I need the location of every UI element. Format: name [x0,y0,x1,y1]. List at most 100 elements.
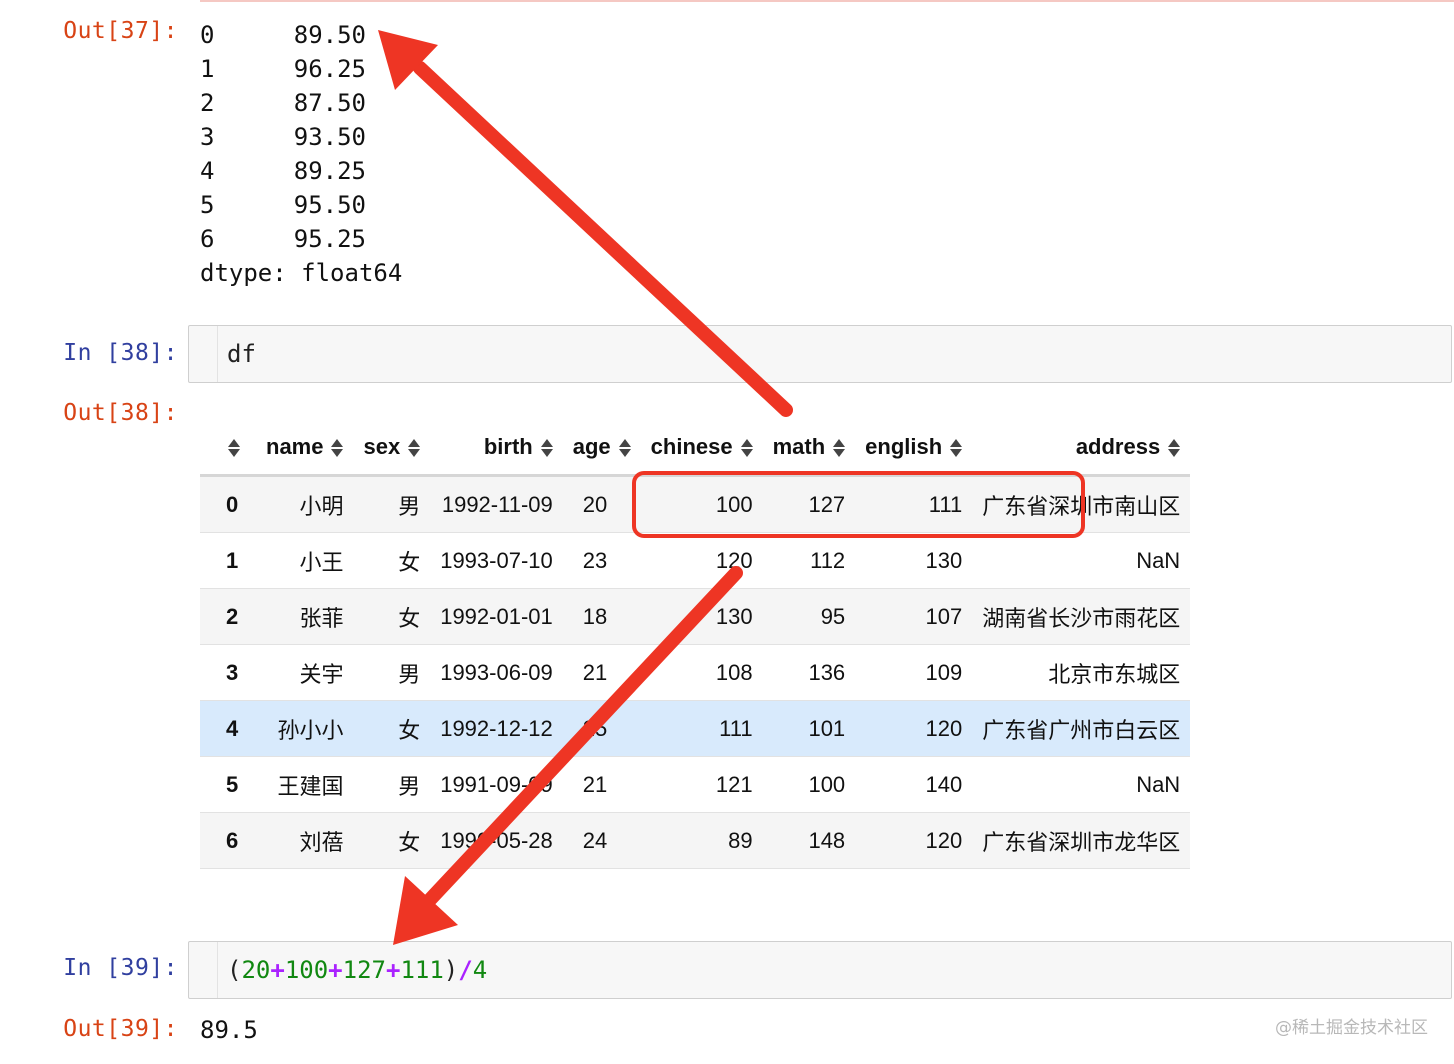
sort-icon[interactable] [331,438,344,458]
cell-chinese: 89 [640,812,763,869]
table-row: 5 王建国男 1991-09-09 21 121 100 140 NaN [200,756,1191,813]
column-header-age[interactable]: age [563,420,641,476]
code-token: ) [443,956,459,984]
output-prompt-38: Out[38]: [63,400,178,426]
cell-age: 20 [562,475,641,533]
sort-icon[interactable] [833,438,846,458]
cell-birth: 1993-07-10 [430,532,563,589]
row-index: 4 [200,700,256,757]
cell-birth: 1991-09-09 [430,756,563,813]
cell-age: 25 [562,700,641,757]
row-index: 3 [200,644,256,701]
column-header-name[interactable]: name [256,420,353,476]
code-cell-39[interactable]: (20+100+127+111)/4 [188,941,1452,999]
sort-icon[interactable] [540,438,553,458]
cell-birth: 1992-11-09 [430,475,563,533]
cell-name: 关宇 [256,644,354,701]
column-header-sex[interactable]: sex [353,420,430,476]
cell-name: 王建国 [256,756,354,813]
sort-icon[interactable] [1168,438,1181,458]
cell-english: 109 [855,644,973,701]
cell-separator [200,0,1454,2]
table-row: 3 关宇男 1993-06-09 21 108 136 109 北京市东城区 [200,644,1191,701]
cell-chinese: 120 [640,532,763,589]
cell-name: 刘蓓 [256,812,354,869]
table-row: 6 刘蓓女 1990-05-28 24 89 148 120 广东省深圳市龙华区 [200,812,1191,869]
table-row: 0 小明男 1992-11-09 20 100 127 111 广东省深圳市南山区 [200,475,1191,533]
cell-age: 21 [562,756,641,813]
series-output: 0 89.50 1 96.25 2 87.50 3 93.50 4 89.25 5 95.50 6 95.… [200,18,440,290]
cell-name: 张菲 [256,588,354,645]
code-token: 127 [342,956,386,984]
sort-icon[interactable] [618,438,631,458]
sort-icon[interactable] [950,438,963,458]
cell-gutter [189,326,218,382]
cell-age: 21 [562,644,641,701]
input-prompt-39: In [39]: [63,955,178,981]
cell-birth: 1993-06-09 [430,644,563,701]
series-index: 5 [200,191,215,219]
code-token: 20 [241,956,271,984]
cell-sex: 男 [353,475,431,533]
code-token: 100 [284,956,329,984]
output-prompt-39: Out[39]: [63,1016,178,1042]
series-index: 2 [200,89,215,117]
code-cell-38[interactable]: df [188,325,1452,383]
cell-sex: 女 [353,532,431,589]
cell-chinese: 100 [640,475,763,533]
cell-math: 101 [762,700,856,757]
code-token: + [385,956,401,984]
table-header-row: name sex birth age chinese math english … [200,420,1191,476]
output-prompt-37: Out[37]: [63,18,178,44]
cell-sex: 女 [353,700,431,757]
cell-age: 23 [562,532,641,589]
series-value: 96.25 [293,55,366,83]
cell-english: 107 [855,588,973,645]
cell-chinese: 130 [640,588,763,645]
cell-address: 广东省广州市白云区 [972,700,1191,757]
series-row: 4 89.25 [200,154,440,188]
code-token: + [328,956,343,984]
cell-chinese: 108 [640,644,763,701]
cell-address: 广东省深圳市龙华区 [972,812,1191,869]
series-dtype: dtype: float64 [200,259,403,287]
series-value: 95.50 [293,191,366,219]
code-editor[interactable]: (20+100+127+111)/4 [227,942,487,998]
column-header-address[interactable]: address [972,420,1190,476]
cell-address: 湖南省长沙市雨花区 [972,588,1191,645]
column-header-birth[interactable]: birth [430,420,563,476]
cell-english: 111 [855,475,973,533]
column-header-math[interactable]: math [763,420,856,476]
column-header-chinese[interactable]: chinese [641,420,763,476]
sort-icon[interactable] [408,438,421,458]
code-editor[interactable]: df [227,326,256,382]
code-token: + [270,956,285,984]
series-index: 1 [200,55,215,83]
row-index: 6 [200,812,256,869]
cell-math: 127 [762,475,856,533]
code-token: 111 [400,956,444,984]
cell-english: 120 [855,700,973,757]
table-row: 2 张菲女 1992-01-01 18 130 95 107 湖南省长沙市雨花区 [200,588,1191,645]
cell-sex: 女 [353,812,431,869]
cell-age: 24 [562,812,641,869]
series-row: 5 95.50 [200,188,440,222]
sort-icon[interactable] [228,438,240,458]
code-token: 4 [472,956,488,984]
series-row: 2 87.50 [200,86,440,120]
series-value: 93.50 [293,123,366,151]
series-value: 89.25 [293,157,366,185]
cell-math: 100 [762,756,856,813]
cell-math: 148 [762,812,856,869]
cell-gutter [189,942,218,998]
index-header[interactable] [200,420,256,476]
cell-english: 140 [855,756,973,813]
row-index: 2 [200,588,256,645]
result-output: 89.5 [200,1016,258,1044]
code-token: / [458,956,473,984]
sort-icon[interactable] [740,438,753,458]
cell-sex: 男 [353,756,431,813]
column-header-english[interactable]: english [855,420,972,476]
cell-birth: 1990-05-28 [430,812,563,869]
cell-english: 130 [855,532,973,589]
